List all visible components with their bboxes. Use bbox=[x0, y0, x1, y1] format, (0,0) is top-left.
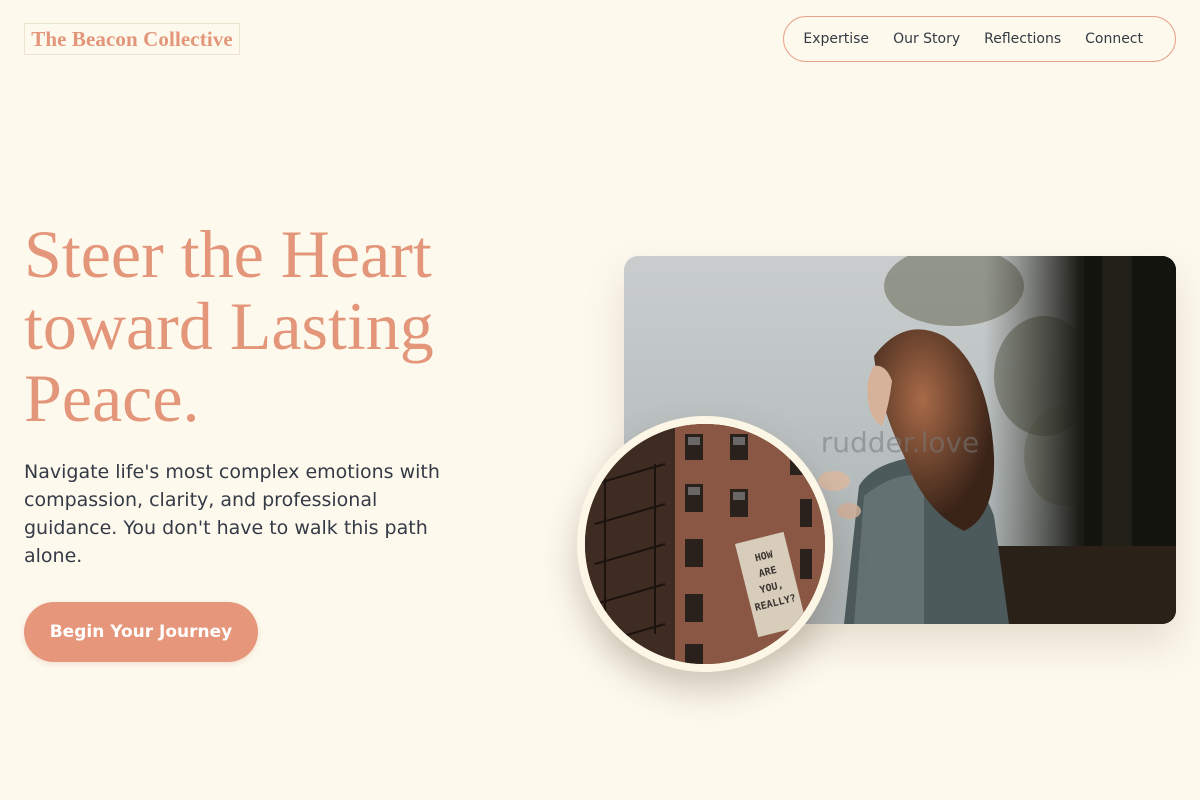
hero-circle-photo: HOW ARE YOU, REALLY? bbox=[577, 416, 833, 672]
nav-item-our-story[interactable]: Our Story bbox=[893, 31, 960, 47]
hero-headline-line-2: toward Lasting bbox=[24, 288, 434, 364]
brand-logo[interactable]: The Beacon Collective bbox=[24, 23, 240, 55]
hero-headline-line-3: Peace. bbox=[24, 360, 200, 436]
hero-headline-line-1: Steer the Heart bbox=[24, 216, 432, 292]
hero-subtext: Navigate life's most complex emotions wi… bbox=[24, 461, 440, 567]
page: The Beacon Collective Expertise Our Stor… bbox=[0, 0, 1200, 800]
building-photo-illustration: HOW ARE YOU, REALLY? bbox=[585, 424, 825, 664]
nav-item-expertise[interactable]: Expertise bbox=[803, 31, 869, 47]
nav-item-reflections[interactable]: Reflections bbox=[984, 31, 1061, 47]
main-nav: Expertise Our Story Reflections Connect bbox=[783, 16, 1176, 62]
nav-item-connect[interactable]: Connect bbox=[1085, 31, 1143, 47]
hero-headline: Steer the Heart toward Lasting Peace. bbox=[24, 218, 504, 434]
begin-journey-button[interactable]: Begin Your Journey bbox=[24, 602, 258, 662]
